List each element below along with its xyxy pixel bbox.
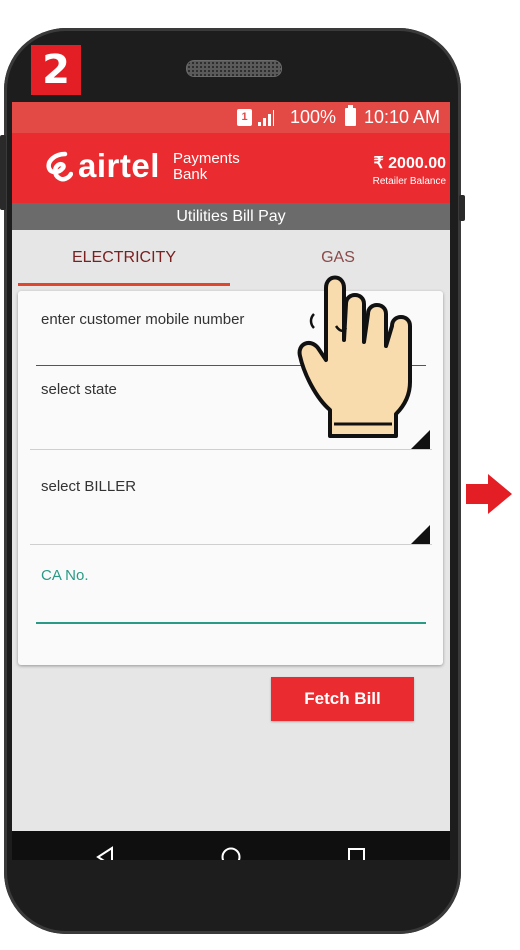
retailer-balance-amount: ₹ 2000.00 bbox=[373, 155, 446, 172]
back-triangle-icon bbox=[96, 846, 113, 860]
biller-select[interactable] bbox=[30, 544, 432, 545]
home-circle-icon bbox=[221, 847, 241, 860]
biller-select-label: select BILLER bbox=[41, 478, 137, 495]
phone-screen: 1 100% 10:10 AM airtel Payments Bank ₹ 2… bbox=[12, 102, 450, 860]
phone-side-button-left bbox=[0, 135, 6, 210]
phone-side-button-right bbox=[459, 195, 465, 221]
signal-icon bbox=[258, 110, 278, 126]
retailer-balance-label: Retailer Balance bbox=[372, 176, 446, 187]
fetch-bill-button[interactable]: Fetch Bill bbox=[271, 677, 414, 721]
mobile-number-label: enter customer mobile number bbox=[41, 311, 245, 328]
battery-icon bbox=[345, 105, 356, 126]
step-number-badge: 2 bbox=[31, 45, 81, 95]
brand-bank: Bank bbox=[173, 166, 208, 183]
next-step-arrow-icon bbox=[466, 474, 512, 514]
page-title: Utilities Bill Pay bbox=[12, 203, 450, 230]
airtel-logo-icon bbox=[46, 151, 73, 182]
tab-electricity[interactable]: ELECTRICITY bbox=[18, 230, 230, 286]
brand-name: airtel bbox=[78, 147, 160, 184]
pointing-hand-icon bbox=[297, 275, 412, 438]
app-header: airtel Payments Bank ₹ 2000.00 Retailer … bbox=[12, 133, 450, 203]
selected-tab-indicator bbox=[18, 283, 230, 286]
brand-payments: Payments bbox=[173, 150, 240, 167]
nav-home-button[interactable] bbox=[201, 831, 261, 860]
state-select[interactable] bbox=[30, 449, 432, 450]
nav-back-button[interactable] bbox=[76, 831, 136, 860]
phone-speaker bbox=[186, 60, 282, 77]
state-select-label: select state bbox=[41, 381, 117, 398]
biller-dropdown-arrow-icon[interactable] bbox=[411, 525, 430, 544]
nav-recents-button[interactable] bbox=[327, 831, 387, 860]
status-time: 10:10 AM bbox=[364, 107, 441, 127]
ca-number-label: CA No. bbox=[41, 567, 89, 584]
status-bar: 1 100% 10:10 AM bbox=[12, 102, 450, 133]
battery-percent: 100% bbox=[290, 107, 337, 127]
android-nav-bar bbox=[12, 831, 450, 860]
ca-number-input[interactable] bbox=[36, 622, 426, 624]
recents-square-icon bbox=[348, 848, 365, 860]
sim-icon: 1 bbox=[237, 109, 252, 126]
